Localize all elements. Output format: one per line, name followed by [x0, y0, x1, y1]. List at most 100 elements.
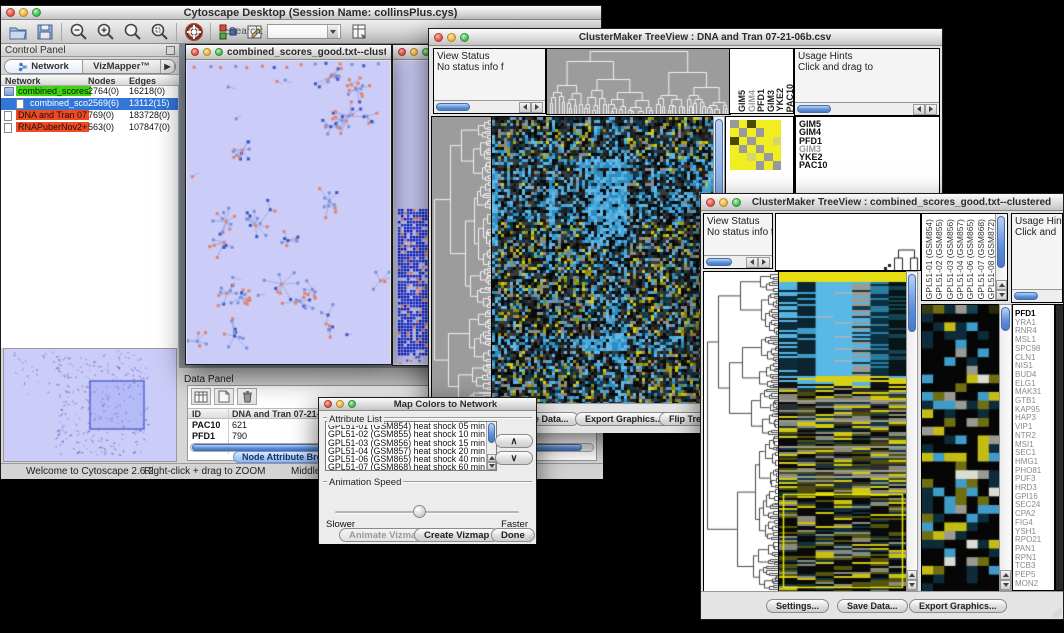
animation-speed-track[interactable]: [335, 511, 519, 514]
maximize-icon[interactable]: [32, 8, 41, 17]
treeview2-button-save-data---[interactable]: Save Data...: [837, 599, 908, 613]
network1-canvas[interactable]: [187, 61, 390, 364]
scroll-right-icon[interactable]: [531, 102, 543, 113]
zoom-matrix-cell[interactable]: [747, 137, 756, 145]
zoom-matrix-cell[interactable]: [756, 128, 765, 136]
zoom-matrix-cell[interactable]: [739, 161, 748, 169]
zoom-matrix-cell[interactable]: [730, 153, 739, 161]
search-dropdown-icon[interactable]: [327, 25, 338, 38]
zoom-matrix-cell[interactable]: [730, 128, 739, 136]
treeview2-button-settings---[interactable]: Settings...: [766, 599, 829, 613]
scroll-down-icon[interactable]: [487, 462, 496, 470]
help-ring-icon[interactable]: [183, 22, 204, 42]
zoom-heatmap-vscrollbar[interactable]: [999, 304, 1012, 591]
zoom-matrix-cell[interactable]: [730, 161, 739, 169]
zoom-matrix-cell[interactable]: [773, 161, 782, 169]
treeview2-heatmap[interactable]: [778, 271, 908, 593]
network1-titlebar[interactable]: combined_scores_good.txt--cluste...: [186, 45, 391, 60]
resize-grip[interactable]: [1052, 608, 1062, 618]
zoom-matrix-cell[interactable]: [756, 145, 765, 153]
usage-hints-hscrollbar[interactable]: [1012, 289, 1062, 302]
network-list-row[interactable]: RNAPuberNov2+563(0)107847(0): [1, 122, 178, 134]
scroll-thumb[interactable]: [997, 216, 1005, 268]
zoom-matrix-cell[interactable]: [739, 120, 748, 128]
minimize-icon[interactable]: [203, 48, 211, 56]
zoom-matrix-cell[interactable]: [764, 145, 773, 153]
close-icon[interactable]: [706, 198, 715, 207]
treeview2-column-dendrogram[interactable]: [775, 213, 921, 271]
float-panel-icon[interactable]: [166, 46, 175, 55]
view-status-hscrollbar[interactable]: [704, 255, 772, 268]
zoom-out-icon[interactable]: [68, 22, 89, 42]
animation-speed-thumb[interactable]: [413, 505, 426, 518]
attribute-list[interactable]: GPL51-01 (GSM854) heat shock 05 minGPL51…: [325, 421, 497, 471]
scroll-thumb[interactable]: [488, 423, 495, 443]
treeview2-right-strip[interactable]: [1055, 304, 1064, 591]
scroll-thumb[interactable]: [436, 103, 470, 111]
zoom-matrix-cell[interactable]: [739, 153, 748, 161]
minimize-icon[interactable]: [447, 33, 456, 42]
attribute-list-item[interactable]: GPL51-07 (GSM868) heat shock 60 min: [326, 463, 496, 471]
scroll-up-icon[interactable]: [907, 570, 917, 580]
scroll-left-icon[interactable]: [746, 257, 758, 268]
zoom-matrix-cell[interactable]: [764, 153, 773, 161]
zoom-fit-icon[interactable]: [122, 22, 143, 42]
zoom-matrix-cell[interactable]: [756, 137, 765, 145]
scroll-thumb[interactable]: [1014, 292, 1038, 300]
scroll-thumb[interactable]: [706, 258, 732, 266]
treeview1-heatmap[interactable]: [491, 116, 715, 405]
save-icon[interactable]: [34, 22, 55, 42]
zoom-matrix-cell[interactable]: [747, 153, 756, 161]
treeview1-zoom-matrix[interactable]: [730, 120, 781, 170]
zoom-matrix-cell[interactable]: [730, 145, 739, 153]
scroll-down-icon[interactable]: [1000, 580, 1011, 590]
treeview2-heatmap-vscrollbar[interactable]: [906, 271, 918, 591]
zoom-matrix-cell[interactable]: [747, 145, 756, 153]
search-input[interactable]: [267, 24, 341, 39]
tab-network[interactable]: Network: [5, 60, 83, 73]
scroll-down-icon[interactable]: [907, 580, 917, 590]
data-column-id[interactable]: ID: [192, 409, 201, 419]
scroll-thumb[interactable]: [1001, 307, 1010, 331]
treeview2-titlebar[interactable]: ClusterMaker TreeView : combined_scores_…: [701, 194, 1063, 211]
resize-grip[interactable]: [525, 533, 535, 543]
data-table-icon[interactable]: [349, 22, 370, 42]
close-icon[interactable]: [6, 8, 15, 17]
scroll-right-icon[interactable]: [925, 104, 937, 115]
close-icon[interactable]: [434, 33, 443, 42]
network-list-row[interactable]: DNA and Tran 07769(0)183728(0): [1, 110, 178, 122]
zoom-matrix-cell[interactable]: [747, 120, 756, 128]
scroll-down-icon[interactable]: [996, 290, 1007, 300]
column-header-network[interactable]: Network: [5, 76, 41, 86]
view-status-hscrollbar[interactable]: [434, 100, 545, 113]
zoom-matrix-cell[interactable]: [756, 161, 765, 169]
main-titlebar[interactable]: Cytoscape Desktop (Session Name: collins…: [1, 6, 601, 20]
birdseye-canvas[interactable]: [4, 349, 176, 461]
scroll-left-icon[interactable]: [913, 104, 925, 115]
new-attribute-icon[interactable]: [214, 388, 234, 405]
zoom-matrix-cell[interactable]: [773, 153, 782, 161]
minimize-icon[interactable]: [336, 400, 344, 408]
treeview1-button-export-graphics---[interactable]: Export Graphics...: [575, 412, 673, 426]
minimize-icon[interactable]: [19, 8, 28, 17]
tab-vizmapper[interactable]: VizMapper™: [83, 60, 161, 73]
network-list-row[interactable]: combined_sco2569(6)13112(15): [1, 98, 178, 110]
move-down-button[interactable]: ∨: [495, 451, 533, 465]
treeview1-titlebar[interactable]: ClusterMaker TreeView : DNA and Tran 07-…: [429, 29, 942, 46]
zoom-matrix-cell[interactable]: [756, 153, 765, 161]
zoom-matrix-cell[interactable]: [773, 128, 782, 136]
attribute-select-icon[interactable]: [191, 388, 211, 405]
move-up-button[interactable]: ∧: [495, 434, 533, 448]
maximize-icon[interactable]: [348, 400, 356, 408]
maximize-icon[interactable]: [460, 33, 469, 42]
zoom-matrix-cell[interactable]: [764, 128, 773, 136]
delete-attribute-icon[interactable]: [237, 388, 257, 405]
treeview1-row-dendrogram[interactable]: [431, 116, 493, 405]
attribute-list-vscrollbar[interactable]: [486, 422, 496, 470]
zoom-matrix-cell[interactable]: [747, 161, 756, 169]
zoom-matrix-cell[interactable]: [739, 145, 748, 153]
zoom-matrix-cell[interactable]: [730, 120, 739, 128]
column-header-edges[interactable]: Edges: [129, 76, 156, 86]
scroll-left-icon[interactable]: [519, 102, 531, 113]
zoom-matrix-cell[interactable]: [764, 161, 773, 169]
